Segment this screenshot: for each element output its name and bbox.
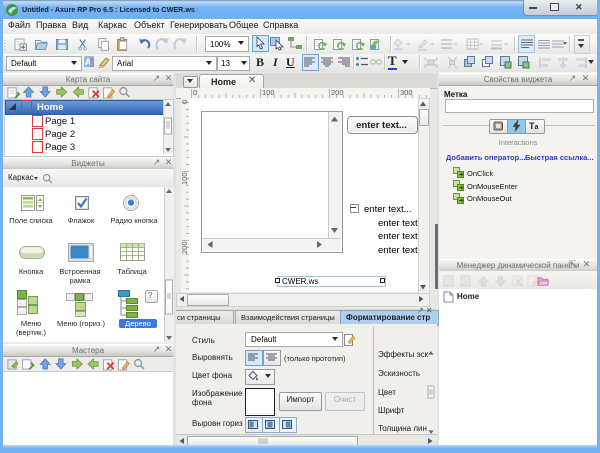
svg-text:200: 200 bbox=[180, 241, 189, 254]
svg-text:300: 300 bbox=[400, 88, 413, 97]
svg-text:100: 100 bbox=[262, 88, 275, 97]
svg-text:200: 200 bbox=[331, 88, 344, 97]
svg-text:0: 0 bbox=[180, 100, 189, 104]
svg-text:100: 100 bbox=[180, 172, 189, 185]
svg-text:0: 0 bbox=[193, 88, 197, 97]
